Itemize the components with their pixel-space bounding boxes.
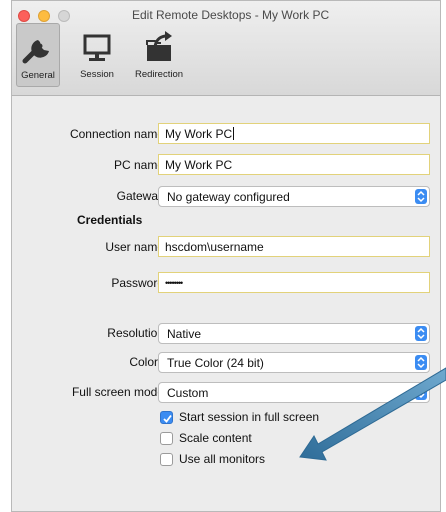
annotation-arrow-icon [299, 367, 446, 461]
